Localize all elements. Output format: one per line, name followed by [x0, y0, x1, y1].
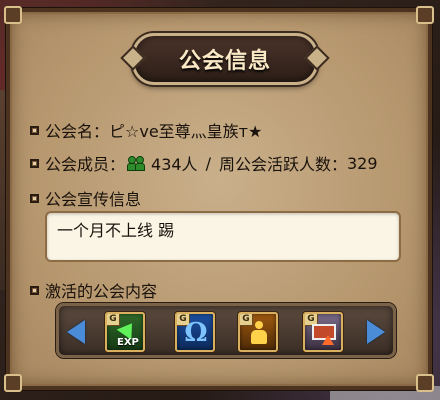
guild-notice-heading: 公会宣传信息: [30, 186, 141, 210]
arrow-up-icon: [322, 335, 334, 345]
guild-content-heading: 激活的公会内容: [30, 278, 157, 302]
weekly-active-count: 329: [346, 153, 378, 173]
guild-name-label: 公会名：: [45, 122, 110, 141]
exp-boost-icon[interactable]: G EXP: [105, 312, 145, 352]
notice-text: 一个月不上线 踢: [57, 221, 175, 240]
guild-members-row: 公会成员： 434人 / 周公会活跃人数： 329: [30, 151, 378, 175]
guild-notice-box: 一个月不上线 踢: [45, 211, 401, 262]
scroll-left-arrow-icon[interactable]: [67, 320, 85, 344]
figure-icon: [251, 321, 267, 345]
separator: /: [205, 153, 211, 173]
guild-tag-badge: G: [107, 314, 120, 326]
omega-symbol: Ω: [184, 318, 208, 348]
scroll-right-arrow-icon[interactable]: [367, 320, 385, 344]
exp-label: EXP: [117, 337, 139, 348]
corner-ornament: [4, 374, 22, 392]
corner-ornament: [416, 6, 434, 24]
bullet-icon: [30, 285, 39, 295]
title-plate: 公会信息: [132, 33, 318, 85]
panel-title: 公会信息: [178, 49, 271, 74]
notice-label: 公会宣传信息: [45, 190, 142, 209]
bullet-icon: [30, 158, 39, 168]
corner-ornament: [416, 374, 434, 392]
members-count: 434人: [151, 155, 198, 174]
members-icon: [127, 156, 146, 171]
corner-ornament: [4, 6, 22, 24]
omega-rune-icon[interactable]: G Ω: [175, 312, 215, 352]
guild-name-row: 公会名： ピ☆ve至尊灬皇族ᴛ★: [30, 118, 262, 142]
skill-book-icon[interactable]: G: [303, 312, 343, 352]
bullet-icon: [30, 193, 39, 203]
guild-content-bar: G EXP G Ω G G: [56, 303, 396, 358]
members-label: 公会成员：: [45, 155, 126, 174]
bullet-icon: [30, 125, 39, 135]
guild-name-value: ピ☆ve至尊灬皇族ᴛ★: [109, 122, 263, 141]
weekly-active-label: 周公会活跃人数：: [218, 155, 347, 174]
golden-body-icon[interactable]: G: [238, 312, 278, 352]
content-label: 激活的公会内容: [45, 282, 158, 301]
